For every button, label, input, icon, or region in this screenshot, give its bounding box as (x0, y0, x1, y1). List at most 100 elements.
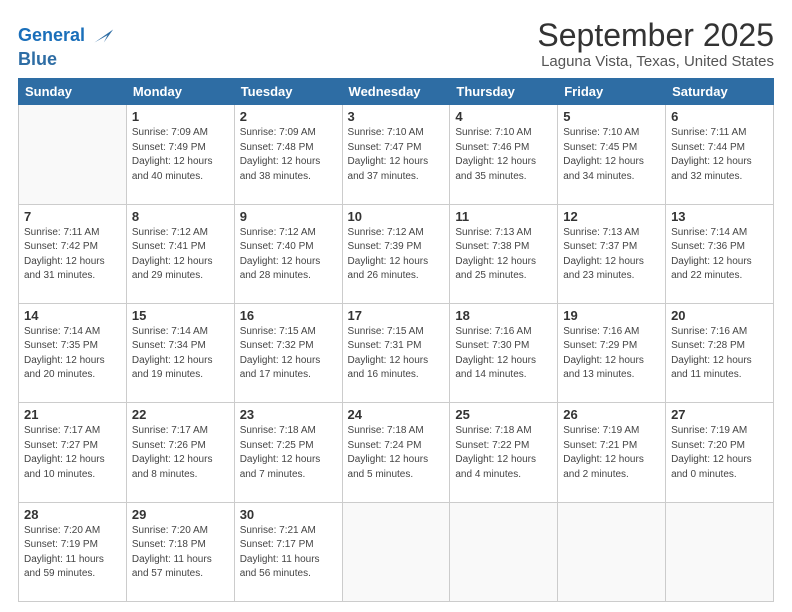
day-info: Sunrise: 7:20 AM Sunset: 7:18 PM Dayligh… (132, 524, 229, 582)
table-cell: 7 Sunrise: 7:11 AM Sunset: 7:42 PM Daylig… (19, 204, 127, 303)
day-number: 15 (132, 308, 229, 323)
table-cell: 19 Sunrise: 7:16 AM Sunset: 7:29 PM Dayli… (558, 303, 666, 402)
day-info: Sunrise: 7:16 AM Sunset: 7:30 PM Dayligh… (455, 325, 552, 383)
table-cell: 2 Sunrise: 7:09 AM Sunset: 7:48 PM Daylig… (234, 105, 342, 204)
day-number: 2 (240, 109, 337, 124)
day-info: Sunrise: 7:14 AM Sunset: 7:35 PM Dayligh… (24, 325, 121, 383)
day-number: 14 (24, 308, 121, 323)
table-cell: 20 Sunrise: 7:16 AM Sunset: 7:28 PM Dayli… (666, 303, 774, 402)
day-info: Sunrise: 7:18 AM Sunset: 7:25 PM Dayligh… (240, 424, 337, 482)
day-info: Sunrise: 7:15 AM Sunset: 7:31 PM Dayligh… (348, 325, 445, 383)
table-cell: 4Sunrise: 7:10 AM Sunset: 7:46 PM Daylig… (450, 105, 558, 204)
table-cell: 22 Sunrise: 7:17 AM Sunset: 7:26 PM Dayli… (126, 403, 234, 502)
week-row-1: 1 Sunrise: 7:09 AM Sunset: 7:49 PM Daylig… (19, 105, 774, 204)
day-info: Sunrise: 7:10 AM Sunset: 7:46 PM Dayligh… (455, 126, 552, 184)
table-cell (666, 502, 774, 601)
day-number: 5 (563, 109, 660, 124)
week-row-2: 7 Sunrise: 7:11 AM Sunset: 7:42 PM Daylig… (19, 204, 774, 303)
table-cell: 1 Sunrise: 7:09 AM Sunset: 7:49 PM Daylig… (126, 105, 234, 204)
day-info: Sunrise: 7:18 AM Sunset: 7:22 PM Dayligh… (455, 424, 552, 482)
day-info: Sunrise: 7:12 AM Sunset: 7:40 PM Dayligh… (240, 226, 337, 284)
table-cell: 14 Sunrise: 7:14 AM Sunset: 7:35 PM Dayli… (19, 303, 127, 402)
table-cell: 24 Sunrise: 7:18 AM Sunset: 7:24 PM Dayli… (342, 403, 450, 502)
day-number: 22 (132, 407, 229, 422)
day-info: Sunrise: 7:17 AM Sunset: 7:26 PM Dayligh… (132, 424, 229, 482)
day-number: 20 (671, 308, 768, 323)
day-info: Sunrise: 7:18 AM Sunset: 7:24 PM Dayligh… (348, 424, 445, 482)
col-thursday: Thursday (450, 79, 558, 105)
day-number: 19 (563, 308, 660, 323)
day-number: 26 (563, 407, 660, 422)
table-cell: 3Sunrise: 7:10 AM Sunset: 7:47 PM Daylig… (342, 105, 450, 204)
header: General Blue September 2025 Laguna Vista… (18, 18, 774, 70)
day-info: Sunrise: 7:10 AM Sunset: 7:47 PM Dayligh… (348, 126, 445, 184)
day-info: Sunrise: 7:09 AM Sunset: 7:49 PM Dayligh… (132, 126, 229, 184)
logo-blue: Blue (18, 50, 115, 68)
table-cell (558, 502, 666, 601)
day-info: Sunrise: 7:13 AM Sunset: 7:38 PM Dayligh… (455, 226, 552, 284)
day-number: 24 (348, 407, 445, 422)
day-number: 25 (455, 407, 552, 422)
col-monday: Monday (126, 79, 234, 105)
table-cell: 21 Sunrise: 7:17 AM Sunset: 7:27 PM Dayli… (19, 403, 127, 502)
table-cell: 9 Sunrise: 7:12 AM Sunset: 7:40 PM Daylig… (234, 204, 342, 303)
table-cell: 11 Sunrise: 7:13 AM Sunset: 7:38 PM Dayli… (450, 204, 558, 303)
table-cell: 27 Sunrise: 7:19 AM Sunset: 7:20 PM Dayli… (666, 403, 774, 502)
day-number: 16 (240, 308, 337, 323)
day-number: 27 (671, 407, 768, 422)
logo-text: General Blue (18, 22, 115, 68)
col-saturday: Saturday (666, 79, 774, 105)
day-number: 10 (348, 209, 445, 224)
day-info: Sunrise: 7:16 AM Sunset: 7:29 PM Dayligh… (563, 325, 660, 383)
table-cell (450, 502, 558, 601)
day-info: Sunrise: 7:17 AM Sunset: 7:27 PM Dayligh… (24, 424, 121, 482)
table-cell: 25 Sunrise: 7:18 AM Sunset: 7:22 PM Dayli… (450, 403, 558, 502)
table-cell: 8Sunrise: 7:12 AM Sunset: 7:41 PM Daylig… (126, 204, 234, 303)
day-number: 29 (132, 507, 229, 522)
day-number: 23 (240, 407, 337, 422)
table-cell: 17 Sunrise: 7:15 AM Sunset: 7:31 PM Dayli… (342, 303, 450, 402)
day-number: 1 (132, 109, 229, 124)
table-cell (342, 502, 450, 601)
day-number: 11 (455, 209, 552, 224)
day-number: 13 (671, 209, 768, 224)
logo: General Blue (18, 22, 115, 68)
day-number: 6 (671, 109, 768, 124)
day-info: Sunrise: 7:11 AM Sunset: 7:42 PM Dayligh… (24, 226, 121, 284)
day-number: 17 (348, 308, 445, 323)
day-info: Sunrise: 7:19 AM Sunset: 7:21 PM Dayligh… (563, 424, 660, 482)
day-number: 9 (240, 209, 337, 224)
day-number: 28 (24, 507, 121, 522)
day-number: 18 (455, 308, 552, 323)
day-number: 21 (24, 407, 121, 422)
table-cell: 18 Sunrise: 7:16 AM Sunset: 7:30 PM Dayli… (450, 303, 558, 402)
week-row-5: 28Sunrise: 7:20 AM Sunset: 7:19 PM Dayli… (19, 502, 774, 601)
day-number: 7 (24, 209, 121, 224)
day-info: Sunrise: 7:10 AM Sunset: 7:45 PM Dayligh… (563, 126, 660, 184)
day-number: 8 (132, 209, 229, 224)
table-cell: 10 Sunrise: 7:12 AM Sunset: 7:39 PM Dayli… (342, 204, 450, 303)
table-cell (19, 105, 127, 204)
day-number: 12 (563, 209, 660, 224)
day-info: Sunrise: 7:12 AM Sunset: 7:39 PM Dayligh… (348, 226, 445, 284)
day-info: Sunrise: 7:19 AM Sunset: 7:20 PM Dayligh… (671, 424, 768, 482)
day-info: Sunrise: 7:15 AM Sunset: 7:32 PM Dayligh… (240, 325, 337, 383)
table-cell: 15Sunrise: 7:14 AM Sunset: 7:34 PM Dayli… (126, 303, 234, 402)
col-wednesday: Wednesday (342, 79, 450, 105)
table-cell: 26 Sunrise: 7:19 AM Sunset: 7:21 PM Dayli… (558, 403, 666, 502)
col-friday: Friday (558, 79, 666, 105)
day-info: Sunrise: 7:09 AM Sunset: 7:48 PM Dayligh… (240, 126, 337, 184)
table-cell: 30Sunrise: 7:21 AM Sunset: 7:17 PM Dayli… (234, 502, 342, 601)
table-cell: 5 Sunrise: 7:10 AM Sunset: 7:45 PM Daylig… (558, 105, 666, 204)
calendar-header-row: Sunday Monday Tuesday Wednesday Thursday… (19, 79, 774, 105)
logo-bird-icon (87, 22, 115, 50)
week-row-3: 14 Sunrise: 7:14 AM Sunset: 7:35 PM Dayli… (19, 303, 774, 402)
logo-general: General (18, 25, 85, 45)
week-row-4: 21 Sunrise: 7:17 AM Sunset: 7:27 PM Dayli… (19, 403, 774, 502)
calendar-table: Sunday Monday Tuesday Wednesday Thursday… (18, 78, 774, 602)
day-info: Sunrise: 7:16 AM Sunset: 7:28 PM Dayligh… (671, 325, 768, 383)
table-cell: 6Sunrise: 7:11 AM Sunset: 7:44 PM Daylig… (666, 105, 774, 204)
title-area: September 2025 Laguna Vista, Texas, Unit… (537, 18, 774, 70)
col-sunday: Sunday (19, 79, 127, 105)
day-info: Sunrise: 7:13 AM Sunset: 7:37 PM Dayligh… (563, 226, 660, 284)
